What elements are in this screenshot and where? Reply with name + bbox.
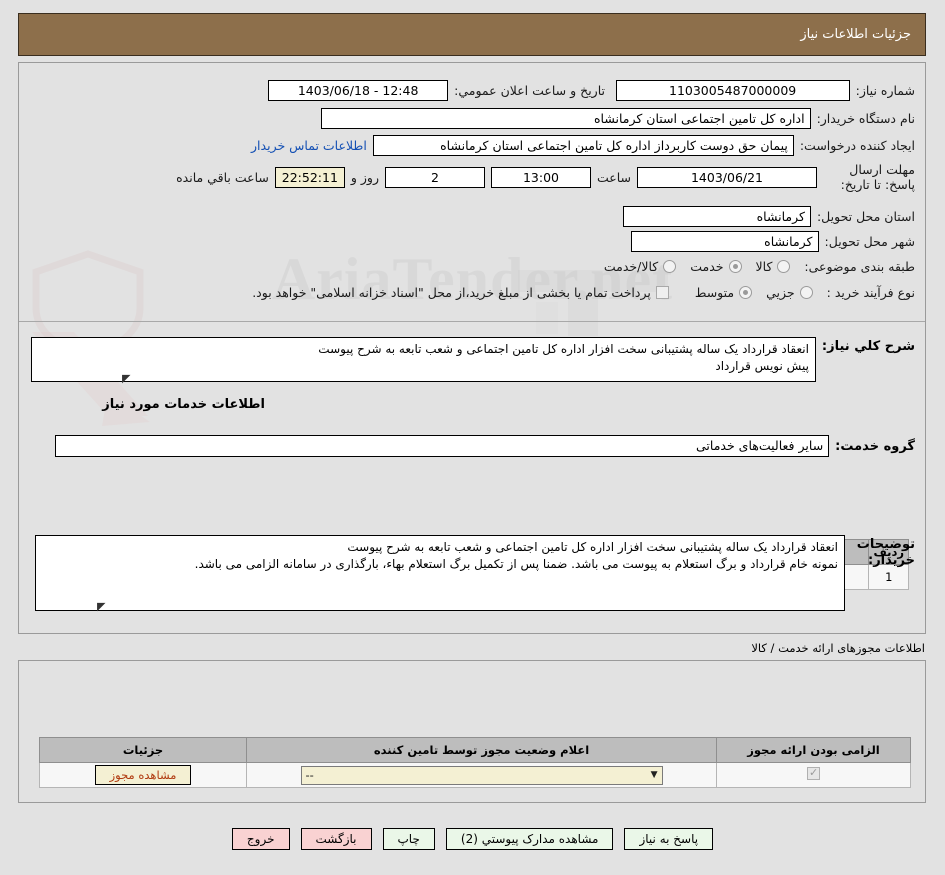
radio-motevaset-icon[interactable] <box>739 286 753 299</box>
radio-jozii-icon[interactable] <box>799 286 813 299</box>
table-row: ▼ -- مشاهده مجوز <box>39 762 911 788</box>
page-root: AriaTender.net liratchucl.nct جزئیات اطل… <box>0 0 945 875</box>
permit-required-checkbox-icon <box>807 766 820 780</box>
deadline-label: مهلت ارسال پاسخ: تا تاریخ: <box>840 162 915 192</box>
request-creator-label: ایجاد کننده درخواست: <box>799 138 915 153</box>
row-deadline: مهلت ارسال پاسخ: تا تاریخ: 1403/06/21 سا… <box>176 162 915 192</box>
deadline-days-value[interactable]: 2 <box>384 166 485 188</box>
treasury-doc-checkbox-icon[interactable] <box>655 286 669 299</box>
category-option-kala-khedmat-label: کالا/خدمت <box>603 259 659 274</box>
process-type-label: نوع فرآیند خرید : <box>826 285 915 300</box>
permits-section-caption: اطلاعات مجوزهای ارائه خدمت / کالا <box>751 641 925 655</box>
buyer-org-value[interactable]: اداره کل تامین اجتماعی استان کرمانشاه <box>320 108 811 129</box>
need-number-label: شماره نیاز: <box>855 83 915 98</box>
city-label: شهر محل تحویل: <box>824 234 915 249</box>
buyer-contact-link[interactable]: اطلاعات تماس خریدار <box>251 138 367 153</box>
category-option-kala-label: کالا <box>755 259 773 274</box>
category-option-kala[interactable]: کالا <box>756 259 791 274</box>
radio-kala-khedmat-icon[interactable] <box>663 260 677 273</box>
view-attachments-button[interactable]: مشاهده مدارک پیوستي (2) <box>445 828 614 850</box>
service-group-label: گروه خدمت: <box>835 438 915 454</box>
row-need-number: شماره نیاز: 1103005487000009 <box>615 80 915 101</box>
col-permit-status: اعلام وضعیت مجوز توسط تامین کننده <box>246 737 717 763</box>
respond-to-need-button[interactable]: پاسخ به نیاز <box>624 828 714 850</box>
category-option-khedmat[interactable]: خدمت <box>690 259 742 274</box>
deadline-time-label: ساعت <box>596 169 631 185</box>
print-button[interactable]: چاپ <box>382 828 435 850</box>
buyer-notes-resize-grip[interactable]: ◥ <box>97 600 107 613</box>
process-option-motevaset[interactable]: متوسط <box>694 285 753 300</box>
buyer-notes-label: توضیحات خریدار: <box>856 537 915 568</box>
col-permit-details: جزئیات <box>39 737 247 763</box>
row-buyer-notes: توضیحات خریدار: انعقاد قرارداد یک ساله پ… <box>35 535 915 611</box>
public-announce-value[interactable]: 12:48 - 1403/06/18 <box>268 80 449 101</box>
process-option-jozii[interactable]: جزيي <box>766 285 813 300</box>
permits-table: الزامی بودن ارائه مجوز اعلام وضعیت مجوز … <box>39 737 911 788</box>
row-process-type: نوع فرآیند خرید : جزيي متوسط پرداخت تمام… <box>252 285 915 300</box>
cell-permit-required <box>716 762 911 788</box>
city-value[interactable]: کرمانشاه <box>630 231 819 252</box>
row-public-announce: تاریخ و ساعت اعلان عمومي: 12:48 - 1403/0… <box>268 80 605 101</box>
radio-khedmat-icon[interactable] <box>728 260 742 273</box>
province-label: استان محل تحویل: <box>816 209 915 224</box>
province-value[interactable]: کرمانشاه <box>622 206 811 227</box>
service-group-value[interactable]: سایر فعالیت‌های خدماتی <box>55 435 830 457</box>
row-province: استان محل تحویل: کرمانشاه <box>622 206 915 227</box>
treasury-doc-checkbox-label: پرداخت تمام یا بخشی از مبلغ خرید،از محل … <box>252 285 651 300</box>
col-permit-required: الزامی بودن ارائه مجوز <box>716 737 911 763</box>
process-option-motevaset-label: متوسط <box>694 285 735 300</box>
cell-permit-details: مشاهده مجوز <box>39 762 247 788</box>
general-desc-label: شرح کلي نیاز: <box>821 339 915 354</box>
row-city: شهر محل تحویل: کرمانشاه <box>630 231 915 252</box>
row-service-group: گروه خدمت: سایر فعالیت‌های خدماتی <box>55 435 915 457</box>
permits-table-header-row: الزامی بودن ارائه مجوز اعلام وضعیت مجوز … <box>39 737 911 763</box>
back-button[interactable]: بازگشت <box>300 828 372 850</box>
services-section-caption: اطلاعات خدمات مورد نیاز <box>102 397 265 412</box>
category-option-kala-khedmat[interactable]: کالا/خدمت <box>603 259 677 274</box>
deadline-countdown-timer: 22:52:11 <box>274 166 345 188</box>
row-request-creator: ایجاد کننده درخواست: پیمان حق دوست کاربر… <box>251 135 915 156</box>
view-permit-button[interactable]: مشاهده مجوز <box>94 765 192 785</box>
permit-status-selected-value: -- <box>305 768 314 782</box>
deadline-time-value[interactable]: 13:00 <box>490 166 591 188</box>
exit-button[interactable]: خروج <box>231 828 290 850</box>
row-general-desc: شرح کلي نیاز: انعقاد قرارداد یک ساله پشت… <box>30 337 915 382</box>
category-label: طبقه بندی موضوعی: <box>804 259 915 274</box>
deadline-timer-suffix: ساعت باقي مانده <box>176 169 269 185</box>
treasury-doc-checkbox-group[interactable]: پرداخت تمام یا بخشی از مبلغ خرید،از محل … <box>252 285 669 300</box>
row-category: طبقه بندی موضوعی: کالا خدمت کالا/خدمت <box>604 259 915 274</box>
page-title: جزئیات اطلاعات نیاز <box>800 27 911 42</box>
permit-status-select[interactable]: ▼ -- <box>300 765 663 785</box>
general-desc-value[interactable]: انعقاد قرارداد یک ساله پشتیبانی سخت افزا… <box>30 337 816 382</box>
need-details-panel: شماره نیاز: 1103005487000009 تاریخ و ساع… <box>18 62 926 634</box>
radio-kala-icon[interactable] <box>777 260 791 273</box>
need-number-value[interactable]: 1103005487000009 <box>615 80 850 101</box>
deadline-date-value[interactable]: 1403/06/21 <box>637 166 817 188</box>
row-buyer-org: نام دستگاه خریدار: اداره کل تامین اجتماع… <box>320 108 915 129</box>
general-desc-resize-grip[interactable]: ◥ <box>122 372 132 385</box>
buyer-notes-value[interactable]: انعقاد قرارداد یک ساله پشتیبانی سخت افزا… <box>35 535 845 611</box>
process-option-jozii-label: جزيي <box>766 285 795 300</box>
request-creator-value[interactable]: پیمان حق دوست کاربرداز اداره کل تامین اج… <box>372 135 794 156</box>
cell-permit-status: ▼ -- <box>246 762 717 788</box>
permits-table-wrap: الزامی بودن ارائه مجوز اعلام وضعیت مجوز … <box>39 737 911 788</box>
deadline-days-suffix: روز و <box>350 169 379 185</box>
public-announce-label: تاریخ و ساعت اعلان عمومي: <box>454 83 605 98</box>
footer-button-bar: پاسخ به نیاز مشاهده مدارک پیوستي (2) چاپ… <box>0 828 945 850</box>
chevron-down-icon: ▼ <box>650 770 658 780</box>
buyer-org-label: نام دستگاه خریدار: <box>816 111 915 126</box>
panel-divider <box>19 321 925 322</box>
window-header: جزئیات اطلاعات نیاز <box>18 13 926 56</box>
category-option-khedmat-label: خدمت <box>690 259 724 274</box>
permits-panel: الزامی بودن ارائه مجوز اعلام وضعیت مجوز … <box>18 660 926 803</box>
